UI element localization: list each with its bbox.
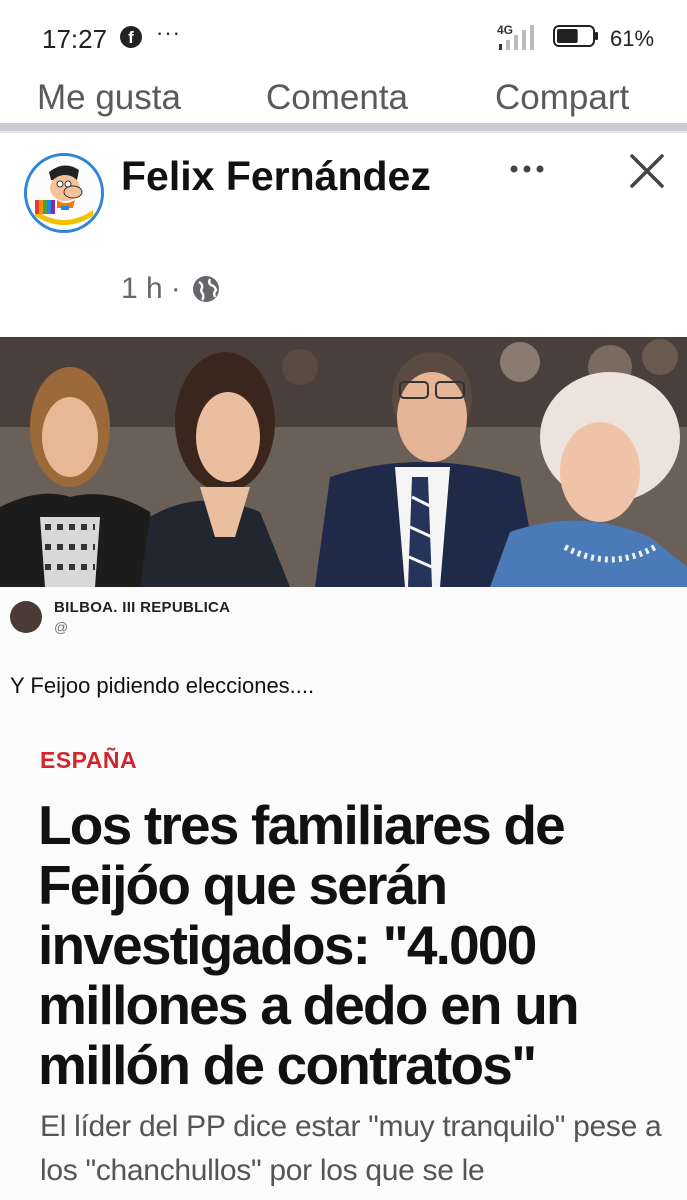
post-divider-line (0, 131, 687, 133)
battery-icon (553, 25, 598, 47)
more-horizontal-icon (510, 165, 544, 173)
share-button[interactable]: Compart (495, 78, 629, 118)
globe-icon (192, 276, 219, 302)
post-divider (0, 123, 687, 131)
meta-separator: · (170, 272, 181, 305)
news-subtitle: El líder del PP dice estar "muy tranquil… (40, 1110, 662, 1187)
more-notifications-icon: ··· (156, 20, 181, 45)
close-button[interactable] (626, 150, 668, 192)
post-time[interactable]: 1 h (121, 272, 163, 306)
source-handle: @ (54, 619, 69, 635)
signal-icon: 4G (497, 23, 534, 50)
news-headline: Los tres familiares de Feijóo que serán … (38, 794, 580, 1096)
post-actions-bar: Me gusta Comenta Compart (0, 62, 687, 124)
post-image[interactable]: BILBOA. III REPUBLICA @ Y Feijoo pidiend… (0, 337, 687, 1200)
comment-button[interactable]: Comenta (266, 78, 408, 118)
post-meta: 1 h · (121, 272, 221, 306)
battery-percent: 61% (610, 26, 655, 51)
source-name: BILBOA. III REPUBLICA (54, 599, 231, 616)
close-icon (630, 154, 664, 188)
tweet-text: Y Feijoo pidiendo elecciones.... (10, 673, 315, 698)
like-button[interactable]: Me gusta (37, 78, 181, 118)
news-section-label: ESPAÑA (40, 747, 138, 773)
status-time: 17:27 (42, 24, 108, 54)
news-screenshot: BILBOA. III REPUBLICA @ Y Feijoo pidiend… (0, 587, 687, 1200)
crowd-photo (0, 337, 687, 587)
author-name[interactable]: Felix Fernández (121, 148, 451, 204)
avatar-cartoon-icon (27, 156, 101, 230)
more-options-button[interactable] (505, 152, 549, 186)
facebook-icon: f (120, 26, 142, 48)
author-avatar[interactable] (24, 153, 104, 233)
network-type-label: 4G (497, 23, 513, 37)
status-bar: 17:27 f ··· 4G 61% (0, 0, 687, 70)
source-avatar (10, 601, 42, 633)
